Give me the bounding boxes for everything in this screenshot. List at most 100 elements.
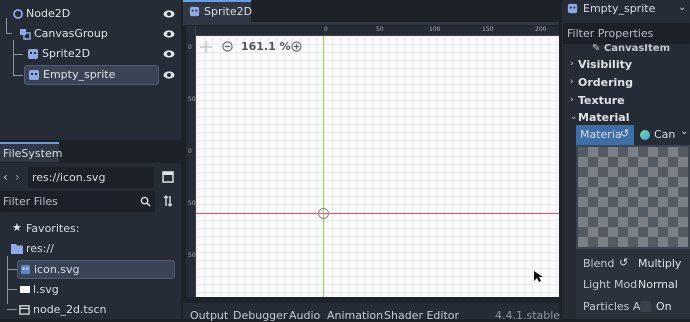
sprite2d-icon xyxy=(567,3,578,14)
sprite2d-icon xyxy=(189,6,200,17)
tree-item-empty-sprite[interactable]: Empty_sprite xyxy=(24,65,159,85)
inspector-node-header[interactable]: Empty_sprite ⌄ xyxy=(562,0,690,20)
material-value: Can xyxy=(654,128,676,141)
reset-icon[interactable]: ↺ xyxy=(620,127,629,140)
material-preview xyxy=(576,145,690,249)
tab-label: Sprite2D xyxy=(204,5,253,18)
zoom-out-icon[interactable] xyxy=(222,41,233,52)
pivot-icon[interactable] xyxy=(318,208,329,219)
folder-row-res[interactable]: res:// xyxy=(0,241,181,259)
section-visibility[interactable]: › Visibility xyxy=(562,56,690,74)
tab-filesystem[interactable]: FileSystem xyxy=(0,142,62,162)
particles-anim-label: Particles A xyxy=(583,300,641,313)
file-row-icon-svg[interactable]: icon.svg xyxy=(17,260,175,279)
light-mode-value[interactable]: Normal xyxy=(638,278,678,291)
ruler-label: 0 xyxy=(324,26,328,33)
visibility-eye-icon[interactable] xyxy=(163,8,175,20)
node-name: Empty_sprite xyxy=(583,2,656,15)
checkbox[interactable] xyxy=(640,301,651,312)
checkerboard-preview xyxy=(578,147,688,247)
light-mode-label: Light Mod xyxy=(583,278,638,291)
tab-underline xyxy=(183,22,559,25)
ruler-label: 150 xyxy=(482,26,494,33)
chevron-right-icon: › xyxy=(570,95,574,105)
chevron-down-icon: ⌄ xyxy=(570,112,578,122)
folder-label: res:// xyxy=(26,242,54,255)
tree-item-label: CanvasGroup xyxy=(34,27,108,40)
ruler-label: 50 xyxy=(188,96,196,103)
favorites-row[interactable]: ★ Favorites: xyxy=(0,221,181,239)
file-label: node_2d.tscn xyxy=(33,303,107,316)
ruler-label: 50 xyxy=(188,252,196,259)
file-row-node-2d-tscn[interactable]: node_2d.tscn xyxy=(17,301,175,320)
favorites-label: Favorites: xyxy=(26,222,80,235)
tab-output[interactable]: Output xyxy=(190,309,228,322)
visibility-eye-icon[interactable] xyxy=(163,69,175,81)
zoom-in-icon[interactable] xyxy=(291,41,302,52)
path-field[interactable]: res://icon.svg xyxy=(28,167,154,188)
image-file-icon xyxy=(20,286,30,293)
file-label: l.svg xyxy=(33,283,59,296)
back-arrow-icon[interactable]: ‹ xyxy=(3,170,8,184)
visibility-eye-icon[interactable] xyxy=(163,28,175,40)
chevron-right-icon: › xyxy=(570,59,574,69)
x-axis-line xyxy=(196,213,559,214)
tree-item-label: Sprite2D xyxy=(42,47,91,60)
chevron-right-icon: › xyxy=(570,77,574,87)
pan-icon[interactable] xyxy=(200,41,212,53)
search-icon xyxy=(140,196,151,207)
canvas-editor: Sprite2D 0 50 100 150 200 0 50 0 50 50 1… xyxy=(183,0,561,322)
reset-icon[interactable]: ↺ xyxy=(619,256,628,269)
tab-audio[interactable]: Audio xyxy=(289,309,320,322)
chevron-down-icon[interactable]: ⌄ xyxy=(680,126,688,137)
forward-arrow-icon[interactable]: › xyxy=(15,170,20,184)
visibility-eye-icon[interactable] xyxy=(163,48,175,60)
tree-item-node2d[interactable]: Node2D xyxy=(0,4,181,24)
bottom-panel-bar: Output Debugger Audio Animation Shader E… xyxy=(183,303,561,322)
star-icon: ★ xyxy=(12,221,22,234)
tab-debugger[interactable]: Debugger xyxy=(233,309,287,322)
blend-value[interactable]: Multiply xyxy=(638,257,681,270)
image-file-icon xyxy=(20,264,31,275)
material-row[interactable]: Materia ↺ Can ⌄ xyxy=(576,125,690,145)
y-axis-line xyxy=(323,36,324,297)
canvasgroup-icon xyxy=(20,29,31,40)
chevron-down-icon[interactable]: ⌄ xyxy=(678,2,686,13)
tree-item-label: Empty_sprite xyxy=(43,68,116,81)
ruler-label: 50 xyxy=(188,200,196,207)
ruler-horizontal: 0 50 100 150 200 xyxy=(186,26,559,36)
tree-line xyxy=(7,256,8,304)
canvasitem-label: CanvasItem xyxy=(603,43,671,54)
split-view-icon[interactable] xyxy=(162,171,174,183)
zoom-level[interactable]: 161.1 % xyxy=(241,40,291,53)
section-texture[interactable]: › Texture xyxy=(562,92,690,110)
tree-line xyxy=(13,75,23,76)
tree-item-sprite2d[interactable]: Sprite2D xyxy=(0,44,181,64)
section-ordering[interactable]: › Ordering xyxy=(562,74,690,92)
canvasitem-header: ✎ CanvasItem xyxy=(592,43,670,54)
tab-shader-editor[interactable]: Shader Editor xyxy=(384,309,459,322)
filter-files-input[interactable]: Filter Files xyxy=(0,191,155,212)
node2d-icon xyxy=(13,9,23,19)
viewport-canvas[interactable]: 161.1 % xyxy=(196,36,559,297)
sprite2d-icon xyxy=(29,70,39,80)
tab-sprite2d[interactable]: Sprite2D xyxy=(183,0,253,22)
section-label: Visibility xyxy=(578,58,633,71)
sort-icon[interactable] xyxy=(162,195,174,207)
version-label: 4.4.1.stable xyxy=(495,309,561,322)
tab-animation[interactable]: Animation xyxy=(327,309,383,322)
ruler-label: 200 xyxy=(535,26,547,33)
inspector-dock: Empty_sprite ⌄ Filter Properties ✎ Canva… xyxy=(562,0,690,319)
file-row-l-svg[interactable]: l.svg xyxy=(17,281,175,300)
section-label: Ordering xyxy=(578,76,634,89)
scene-tree-dock: Node2D CanvasGroup Sprite2D Empty_sprite xyxy=(0,0,181,140)
wrench-icon: ✎ xyxy=(592,43,604,54)
ruler-label: 0 xyxy=(188,148,192,155)
ruler-label: 100 xyxy=(429,26,441,33)
tree-item-canvasgroup[interactable]: CanvasGroup xyxy=(0,24,181,44)
path-text: res://icon.svg xyxy=(32,171,106,184)
tree-line xyxy=(7,309,17,310)
material-value-field[interactable]: Can ⌄ xyxy=(634,125,690,145)
filter-properties-input[interactable]: Filter Properties xyxy=(563,23,690,44)
ruler-label: 0 xyxy=(188,44,192,51)
